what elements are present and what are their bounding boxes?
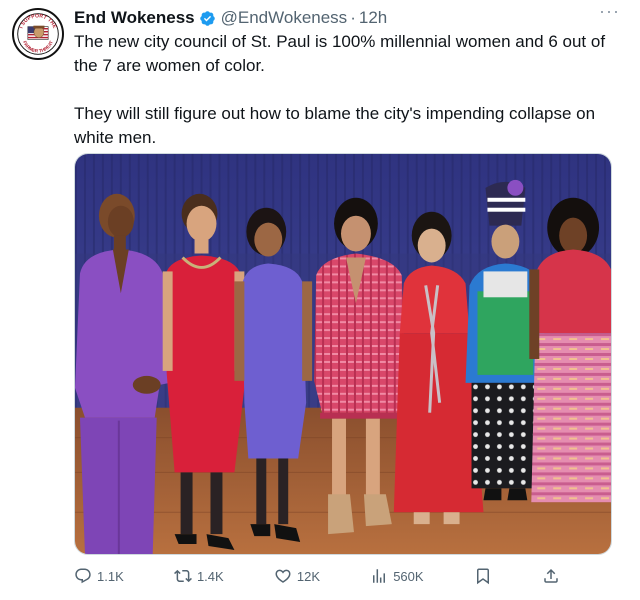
author-display-name[interactable]: End Wokeness [74,8,195,28]
retweet-button[interactable]: 1.4K [173,567,224,585]
tweet-text-paragraph: The new city council of St. Paul is 100%… [74,32,606,75]
tweet-photo[interactable] [74,153,612,555]
reply-count: 1.1K [97,568,124,584]
retweet-icon [173,569,192,583]
analytics-icon [373,569,386,583]
views-button[interactable]: 560K [370,567,424,585]
reply-icon [75,568,91,584]
tweet-text-paragraph: They will still figure out how to blame … [74,104,596,147]
heart-icon [275,569,291,583]
tweet-timestamp[interactable]: 12h [359,8,387,28]
like-count: 12K [296,568,321,584]
tweet-text: The new city council of St. Paul is 100%… [74,30,622,150]
separator-dot: · [350,8,356,27]
author-handle[interactable]: @EndWokeness [221,8,348,28]
bookmark-icon [476,568,489,585]
bookmark-button[interactable] [474,567,492,585]
share-button[interactable] [542,567,560,585]
council-group-photo [75,154,611,554]
views-count: 560K [393,568,424,584]
reply-button[interactable]: 1.1K [74,567,124,585]
more-horizontal-icon[interactable]: ··· [599,1,620,22]
tweet-header: End Wokeness @EndWokeness · 12h ··· [74,1,620,29]
support-badge-avatar-icon: I SUPPORT THE FARMER THREAT [14,10,62,58]
tweet[interactable]: I SUPPORT THE FARMER THREAT End Wokeness… [0,0,640,600]
share-icon [544,568,558,583]
tweet-actions: 1.1K 1.4K 12K 560K [74,566,560,586]
author-avatar[interactable]: I SUPPORT THE FARMER THREAT [12,8,64,60]
like-button[interactable]: 12K [274,567,320,585]
verified-badge-icon[interactable] [199,10,216,27]
retweet-count: 1.4K [196,568,224,584]
